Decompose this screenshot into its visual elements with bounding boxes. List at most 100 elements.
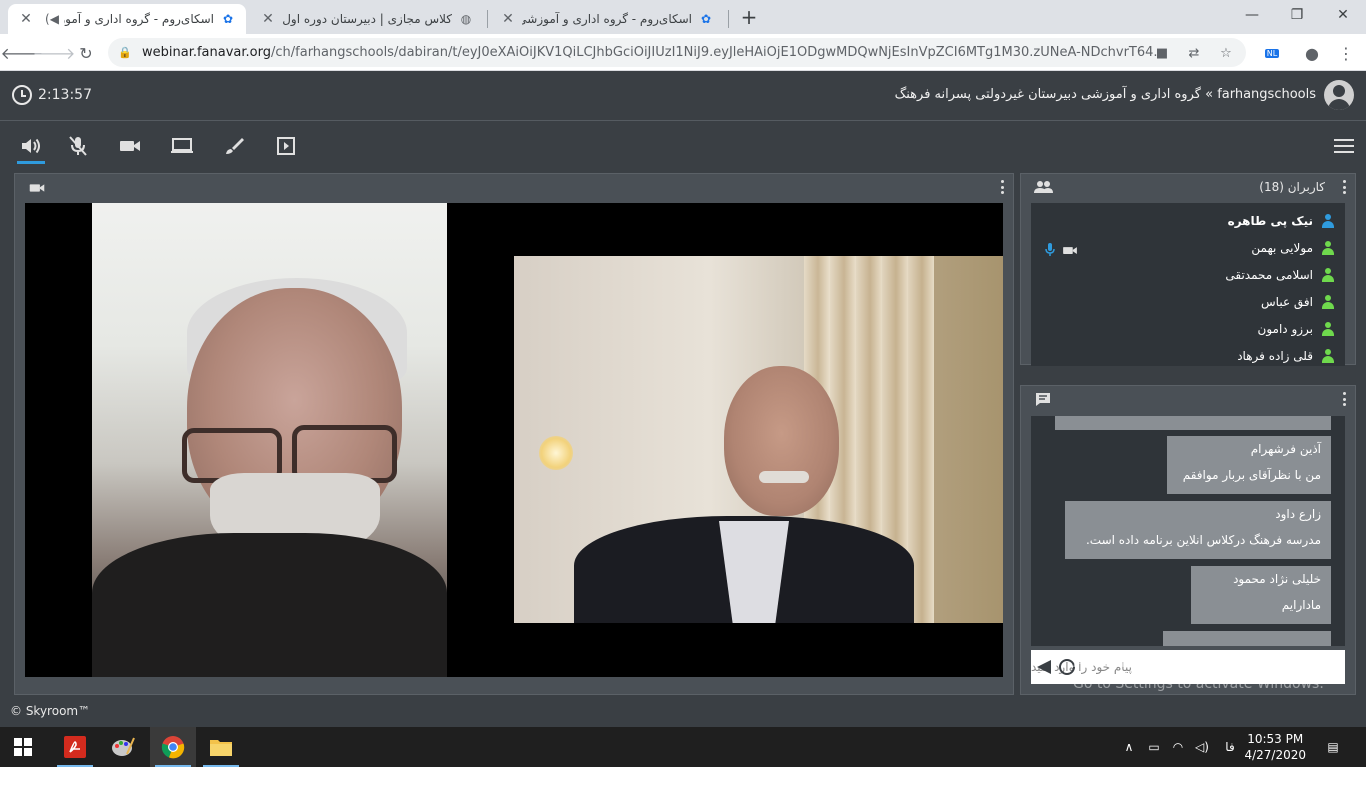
reload-button[interactable]: ↻ xyxy=(74,41,98,65)
close-window-button[interactable]: ✕ xyxy=(1325,4,1361,26)
taskbar-chrome[interactable] xyxy=(150,727,196,767)
tab-virtual-class[interactable]: ◍ کلاس مجازی | دبیرستان دوره اول فر ✕ xyxy=(250,4,484,34)
play-box-icon xyxy=(277,137,295,155)
footer-brand: © Skyroom™ xyxy=(10,704,91,718)
whiteboard-button[interactable] xyxy=(220,132,248,160)
windows-activation-text: Go to Settings to activate Windows. xyxy=(1073,676,1324,692)
more-menu-icon[interactable]: ⋮ xyxy=(1336,43,1356,63)
send-icon[interactable] xyxy=(1037,660,1051,674)
volume-icon[interactable]: ◁) xyxy=(1192,727,1212,767)
tab-skyroom-2[interactable]: ✿ اسکای‌روم - گروه اداری و آموزشی دبی ✕ xyxy=(490,4,724,34)
room-title-text: گروه اداری و آموزشی دبیرستان غیردولتی پس… xyxy=(894,87,1201,102)
windows-activation-title: Activate Windows xyxy=(1073,652,1224,672)
hamburger-menu-icon[interactable] xyxy=(1334,139,1354,153)
chat-sender: خلیلی نژاد محمود xyxy=(1233,572,1321,586)
chat-message: آذین فرشهرام من با نظرآقای بربار موافقم xyxy=(1167,436,1331,494)
users-panel-options-icon[interactable] xyxy=(1343,180,1347,194)
chat-sender: زارع داود xyxy=(1275,507,1321,521)
lock-icon[interactable]: 🔒 xyxy=(118,46,134,59)
chat-message: زارع داود مدرسه فرهنگ درکلاس انلاین برنا… xyxy=(1065,501,1331,559)
new-tab-button[interactable]: + xyxy=(738,5,760,29)
close-tab-icon[interactable]: ✕ xyxy=(260,11,276,27)
microphone-off-icon xyxy=(69,136,87,156)
video-panel xyxy=(14,173,1014,695)
url-host: webinar.fanavar.org xyxy=(142,45,271,60)
chat-panel: آذین فرشهرام من با نظرآقای بربار موافقم … xyxy=(1020,385,1356,695)
video-feed-participant-2[interactable] xyxy=(514,256,1003,623)
globe-icon: ◍ xyxy=(460,12,472,26)
extension-icon[interactable]: NL xyxy=(1260,43,1284,63)
input-language[interactable]: فا xyxy=(1220,727,1240,767)
user-item[interactable]: مولایی بهمن xyxy=(1251,234,1335,261)
close-tab-icon[interactable]: ✕ xyxy=(500,11,516,27)
video-panel-options-icon[interactable] xyxy=(1001,180,1005,194)
url-path: /ch/farhangschools/dabiran/t/eyJ0eXAiOiJ… xyxy=(271,45,1166,60)
close-tab-icon[interactable]: ✕ xyxy=(18,11,34,27)
tab-title: اسکای‌روم - گروه اداری و آموزشی xyxy=(64,12,214,26)
taskbar-acrobat[interactable] xyxy=(52,727,98,767)
speaker-icon[interactable]: ◀) xyxy=(44,11,60,27)
battery-icon[interactable]: ▭ xyxy=(1144,727,1164,767)
chat-panel-options-icon[interactable] xyxy=(1343,392,1347,406)
translate-icon[interactable]: ⇄ xyxy=(1184,43,1204,63)
user-item[interactable]: افق عباس xyxy=(1261,288,1335,315)
video-wall-lamp xyxy=(539,436,573,470)
video-camera-icon xyxy=(1063,247,1077,254)
profile-icon[interactable]: ● xyxy=(1302,43,1322,63)
user-item[interactable]: اسلامی محمدتقی xyxy=(1225,261,1335,288)
speaker-toggle-button[interactable] xyxy=(17,132,45,164)
user-avatar-icon[interactable] xyxy=(1324,80,1354,110)
video-camera-icon xyxy=(120,141,140,151)
chat-messages: آذین فرشهرام من با نظرآقای بربار موافقم … xyxy=(1031,416,1345,646)
forward-button[interactable]: 🡒 xyxy=(33,41,76,65)
users-list: نیک پی طاهره مولایی بهمن اسلامی محمدتقی … xyxy=(1031,203,1345,366)
taskbar-paint[interactable] xyxy=(100,727,146,767)
users-header-title: کاربران (18) xyxy=(1259,180,1325,194)
extension-badge: NL xyxy=(1264,48,1280,58)
user-name: قلی زاده فرهاد xyxy=(1237,348,1313,363)
clock-date: 4/27/2020 xyxy=(1244,748,1306,762)
minimize-button[interactable]: — xyxy=(1234,4,1270,26)
clock-time: 10:53 PM xyxy=(1247,732,1304,746)
microphone-toggle-button[interactable] xyxy=(64,132,92,160)
skyroom-icon: ✿ xyxy=(222,12,234,26)
camera-permission-icon[interactable]: ■ xyxy=(1152,43,1172,63)
video-face xyxy=(724,366,839,516)
notification-center-icon[interactable]: ▤ xyxy=(1322,727,1344,767)
wifi-icon[interactable]: ◠ xyxy=(1168,727,1188,767)
user-icon xyxy=(1321,321,1335,336)
chat-text: من با نظرآقای بربار موافقم xyxy=(1182,468,1321,482)
maximize-button[interactable]: ❐ xyxy=(1279,4,1315,26)
tab-separator xyxy=(487,10,488,28)
group-users-icon xyxy=(1034,181,1053,193)
screen-share-button[interactable] xyxy=(168,132,196,160)
start-button[interactable] xyxy=(0,727,46,767)
room-path-link[interactable]: farhangschools xyxy=(1217,87,1316,102)
user-icon xyxy=(1321,294,1335,309)
back-button[interactable]: 🡐 xyxy=(1,41,44,65)
bookmark-star-icon[interactable]: ☆ xyxy=(1216,43,1236,63)
tab-skyroom-active[interactable]: ✿ اسکای‌روم - گروه اداری و آموزشی ◀) ✕ xyxy=(8,4,246,34)
tray-chevron-icon[interactable]: ∧ xyxy=(1120,727,1138,767)
skyroom-icon: ✿ xyxy=(700,12,712,26)
camera-toggle-button[interactable] xyxy=(116,132,144,160)
user-icon xyxy=(1321,240,1335,255)
chat-message: خلیلی نژاد محمود مادارایم xyxy=(1191,566,1331,624)
tab-title: کلاس مجازی | دبیرستان دوره اول فر xyxy=(282,12,452,26)
system-clock[interactable]: 10:53 PM 4/27/2020 xyxy=(1244,731,1306,763)
user-item[interactable]: قلی زاده فرهاد xyxy=(1237,342,1335,366)
speaker-icon xyxy=(22,138,40,154)
chat-message-partial xyxy=(1055,416,1331,430)
microphone-icon xyxy=(1045,243,1055,256)
user-item[interactable]: برزو دامون xyxy=(1258,315,1335,342)
user-item[interactable]: نیک پی طاهره xyxy=(1228,207,1335,234)
taskbar-file-explorer[interactable] xyxy=(198,727,244,767)
url-field[interactable]: 🔒 webinar.fanavar.org /ch/farhangschools… xyxy=(108,38,1246,67)
app-header: 2:13:57 farhangschools » گروه اداری و آم… xyxy=(0,71,1366,121)
tab-title: اسکای‌روم - گروه اداری و آموزشی دبی xyxy=(522,12,692,26)
video-camera-icon xyxy=(29,184,45,192)
video-feed-participant-1[interactable] xyxy=(92,203,447,677)
user-name: مولایی بهمن xyxy=(1251,240,1313,255)
tab-separator xyxy=(728,10,729,28)
media-play-button[interactable] xyxy=(272,132,300,160)
